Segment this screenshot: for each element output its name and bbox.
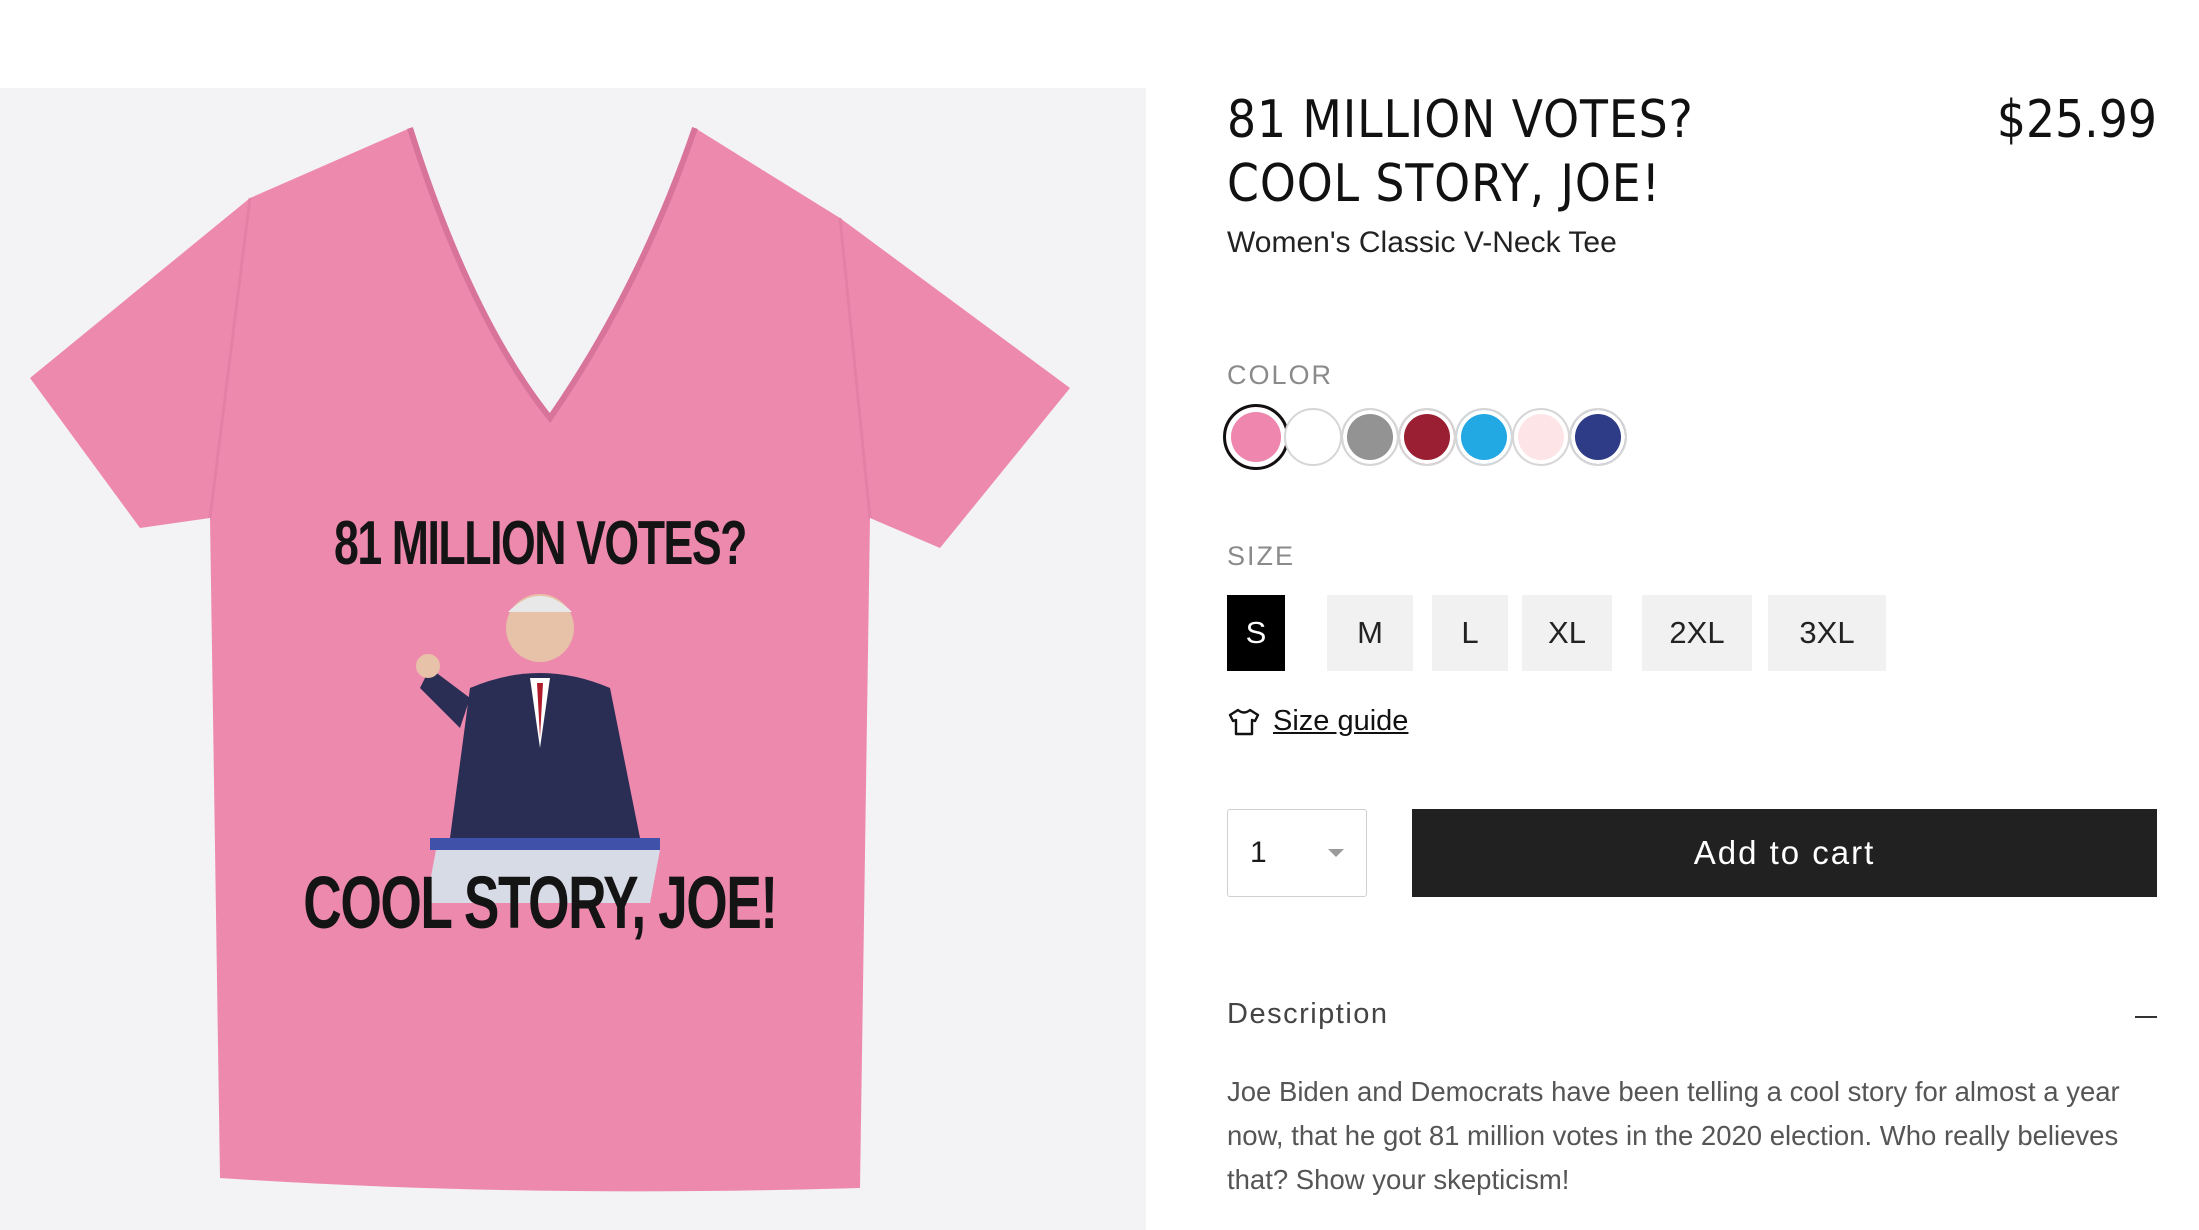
size-option-xl[interactable]: XL <box>1522 595 1612 671</box>
color-swatch[interactable] <box>1569 408 1627 466</box>
color-swatch[interactable] <box>1341 408 1399 466</box>
product-subtitle: Women's Classic V-Neck Tee <box>1227 226 1617 259</box>
size-guide-label: Size guide <box>1273 705 1409 737</box>
color-swatch[interactable] <box>1455 408 1513 466</box>
quantity-value: 1 <box>1250 836 1267 869</box>
size-option-l[interactable]: L <box>1432 595 1508 671</box>
product-image[interactable]: 81 MILLION VOTES? COOL STORY, JOE! <box>0 88 1146 1230</box>
size-guide-link[interactable]: Size guide <box>1227 705 1408 738</box>
size-option-m[interactable]: M <box>1327 595 1413 671</box>
quantity-select[interactable]: 1 <box>1227 809 1367 897</box>
description-title: Description <box>1227 998 1389 1030</box>
product-price: $25.99 <box>1996 90 2157 150</box>
color-swatch[interactable] <box>1284 408 1342 466</box>
print-line-bottom: COOL STORY, JOE! <box>303 861 778 944</box>
product-title: 81 MILLION VOTES? COOL STORY, JOE! <box>1227 90 1694 214</box>
color-swatch[interactable] <box>1223 404 1289 470</box>
minus-icon[interactable] <box>2135 1016 2157 1018</box>
description-body: Joe Biden and Democrats have been tellin… <box>1227 1076 2120 1195</box>
add-to-cart-button[interactable]: Add to cart <box>1412 809 2157 897</box>
size-label: SIZE <box>1227 541 1296 571</box>
color-swatch[interactable] <box>1512 408 1570 466</box>
description-header[interactable]: Description <box>1227 998 2157 1038</box>
color-swatch[interactable] <box>1398 408 1456 466</box>
size-option-s[interactable]: S <box>1227 595 1285 671</box>
chevron-down-icon <box>1328 849 1344 857</box>
color-label: COLOR <box>1227 360 1334 390</box>
size-option-2xl[interactable]: 2XL <box>1642 595 1752 671</box>
size-option-3xl[interactable]: 3XL <box>1768 595 1886 671</box>
tshirt-icon <box>1228 708 1260 735</box>
